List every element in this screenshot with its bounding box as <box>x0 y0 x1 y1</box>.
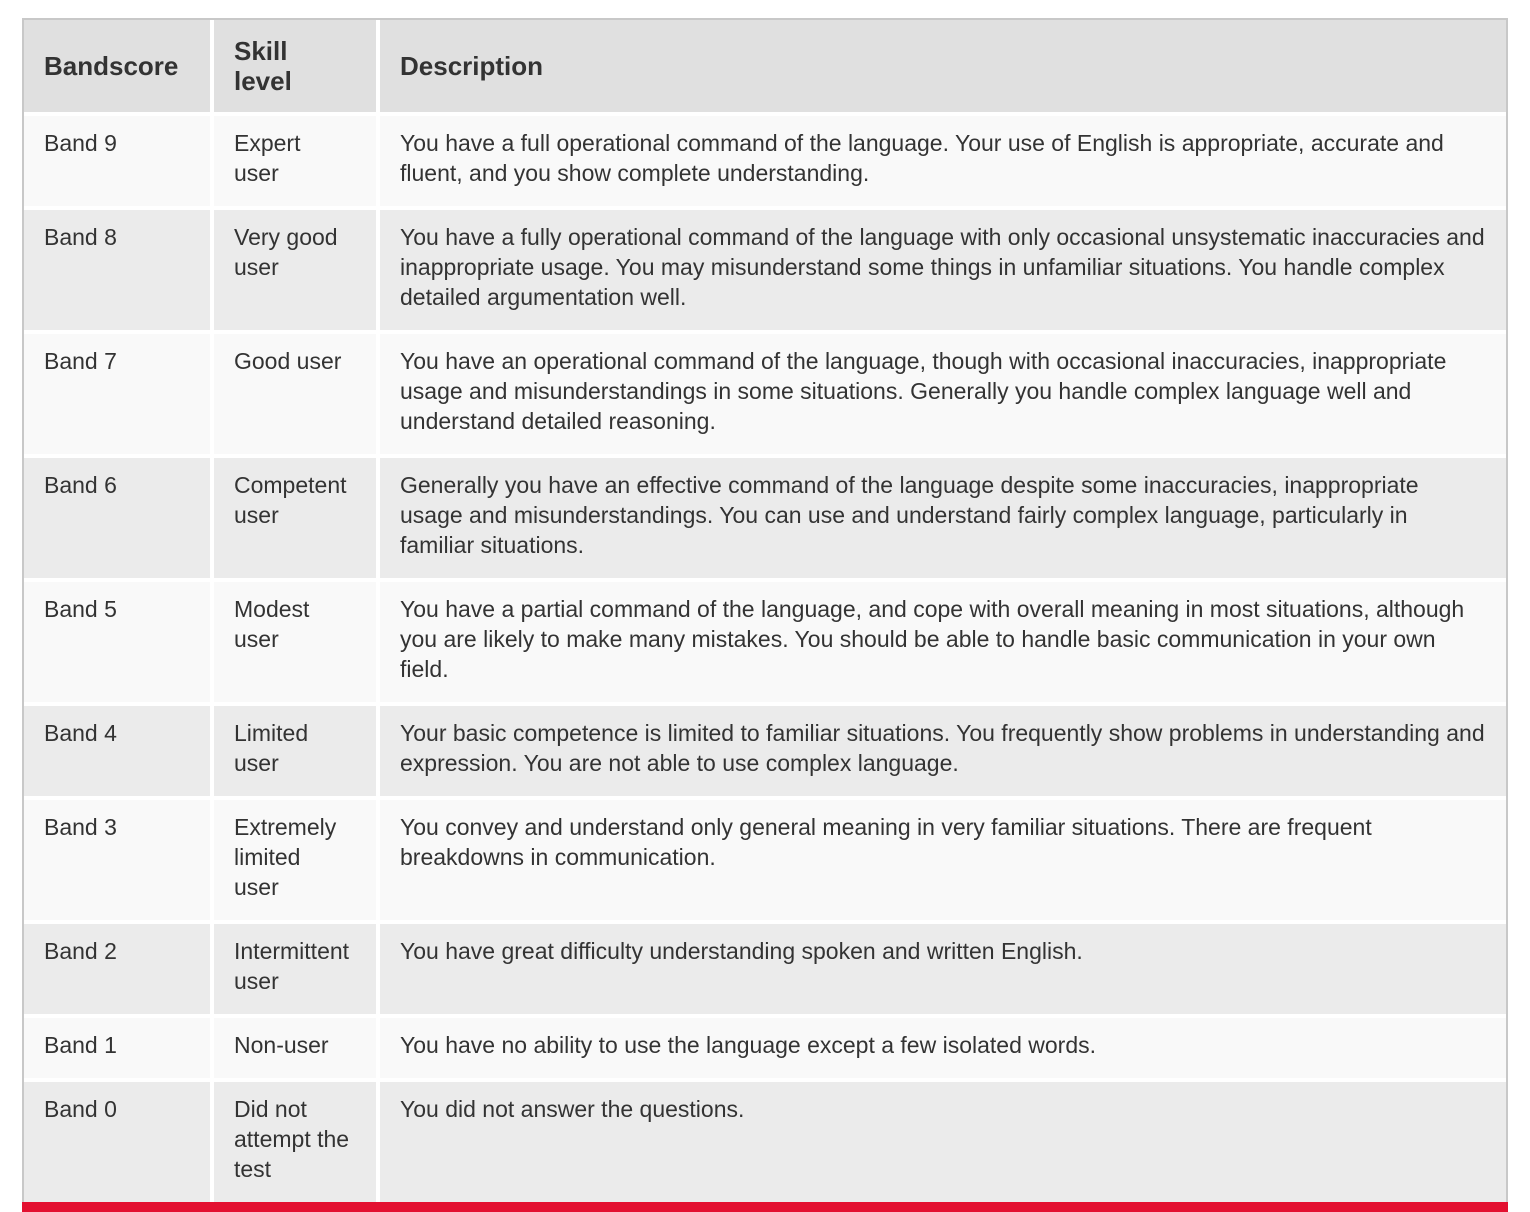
table-row: Band 3 Extremely limited user You convey… <box>24 800 1506 924</box>
description-cell: You have an operational command of the l… <box>380 334 1506 458</box>
skill-cell: Extremely limited user <box>214 800 380 924</box>
description-cell: You have a partial command of the langua… <box>380 582 1506 706</box>
skill-cell: Good user <box>214 334 380 458</box>
header-bandscore: Bandscore <box>24 20 214 116</box>
table-row: Band 9 Expert user You have a full opera… <box>24 116 1506 210</box>
description-cell: Generally you have an effective command … <box>380 458 1506 582</box>
table-row: Band 5 Modest user You have a partial co… <box>24 582 1506 706</box>
table-header-row: Bandscore Skill level Description <box>24 20 1506 116</box>
description-cell: You have no ability to use the language … <box>380 1018 1506 1082</box>
table-row: Band 4 Limited user Your basic competenc… <box>24 706 1506 800</box>
table-row: Band 0 Did not attempt the test You did … <box>24 1082 1506 1202</box>
band-cell: Band 7 <box>24 334 214 458</box>
skill-cell: Did not attempt the test <box>214 1082 380 1202</box>
band-cell: Band 0 <box>24 1082 214 1202</box>
band-cell: Band 9 <box>24 116 214 210</box>
header-description: Description <box>380 20 1506 116</box>
band-cell: Band 4 <box>24 706 214 800</box>
description-cell: You have a full operational command of t… <box>380 116 1506 210</box>
accent-bar <box>22 1202 1508 1212</box>
band-cell: Band 6 <box>24 458 214 582</box>
description-cell: You have a fully operational command of … <box>380 210 1506 334</box>
description-cell: Your basic competence is limited to fami… <box>380 706 1506 800</box>
skill-cell: Expert user <box>214 116 380 210</box>
table-row: Band 1 Non-user You have no ability to u… <box>24 1018 1506 1082</box>
table-row: Band 2 Intermittent user You have great … <box>24 924 1506 1018</box>
skill-cell: Competent user <box>214 458 380 582</box>
band-score-table: Bandscore Skill level Description Band 9… <box>22 18 1508 1202</box>
skill-cell: Modest user <box>214 582 380 706</box>
skill-cell: Intermittent user <box>214 924 380 1018</box>
band-cell: Band 2 <box>24 924 214 1018</box>
description-cell: You have great difficulty understanding … <box>380 924 1506 1018</box>
band-cell: Band 5 <box>24 582 214 706</box>
description-cell: You convey and understand only general m… <box>380 800 1506 924</box>
skill-cell: Non-user <box>214 1018 380 1082</box>
skill-cell: Very good user <box>214 210 380 334</box>
band-cell: Band 3 <box>24 800 214 924</box>
description-cell: You did not answer the questions. <box>380 1082 1506 1202</box>
header-skill-level: Skill level <box>214 20 380 116</box>
skill-cell: Limited user <box>214 706 380 800</box>
table-row: Band 8 Very good user You have a fully o… <box>24 210 1506 334</box>
band-cell: Band 1 <box>24 1018 214 1082</box>
band-score-table-container: Bandscore Skill level Description Band 9… <box>22 18 1508 1212</box>
table-row: Band 7 Good user You have an operational… <box>24 334 1506 458</box>
band-cell: Band 8 <box>24 210 214 334</box>
table-row: Band 6 Competent user Generally you have… <box>24 458 1506 582</box>
